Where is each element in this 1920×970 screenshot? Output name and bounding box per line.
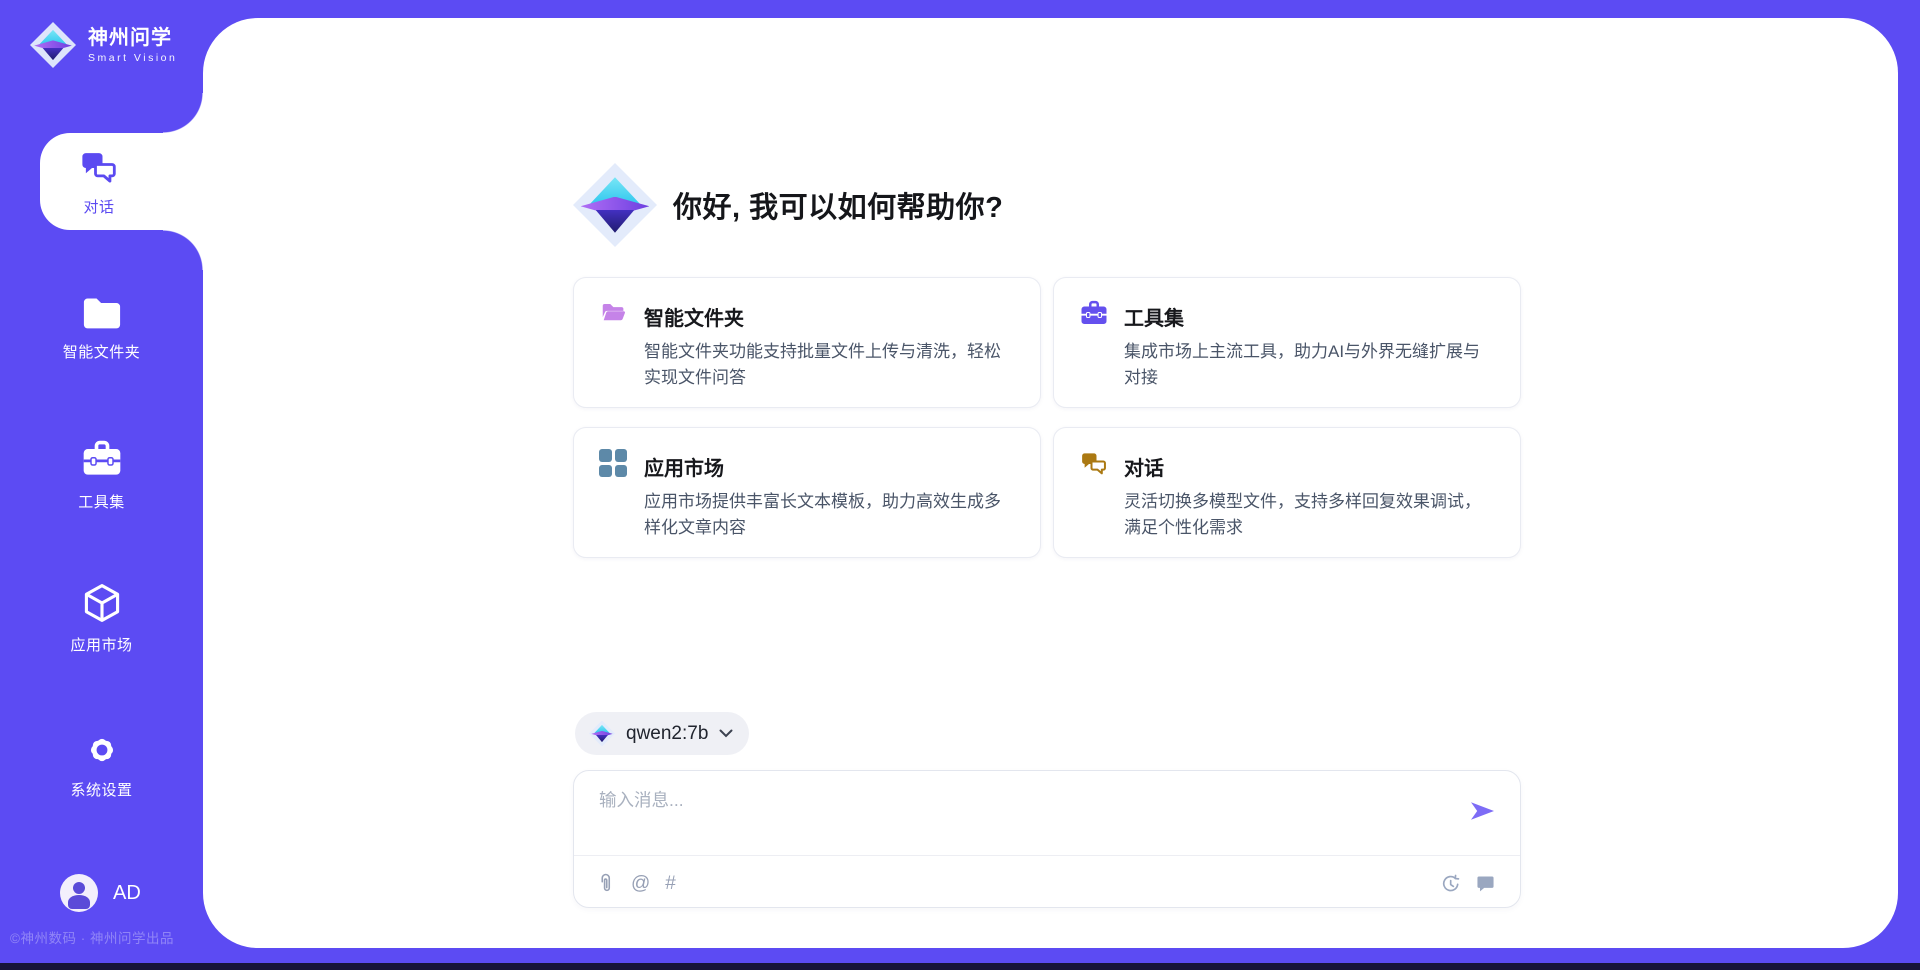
card-chat[interactable]: 对话 灵活切换多模型文件，支持多样回复效果调试，满足个性化需求 — [1053, 427, 1521, 558]
user-profile[interactable]: AD — [60, 874, 141, 912]
composer-tools-right — [1440, 864, 1496, 902]
hash-icon[interactable]: # — [665, 874, 676, 893]
model-selector[interactable]: qwen2:7b — [575, 712, 749, 755]
gem-diamond-icon — [589, 721, 615, 747]
gem-diamond-logo — [573, 163, 657, 247]
greeting-row: 你好, 我可以如何帮助你? — [573, 163, 1003, 247]
card-smart-folder[interactable]: 智能文件夹 智能文件夹功能支持批量文件上传与清洗，轻松实现文件问答 — [573, 277, 1041, 408]
sidebar-item-label: 对话 — [83, 196, 114, 217]
chat-bubbles-icon — [1079, 449, 1109, 479]
card-app-market[interactable]: 应用市场 应用市场提供丰富长文本模板，助力高效生成多样化文章内容 — [573, 427, 1041, 558]
comment-icon[interactable] — [1475, 873, 1496, 894]
chevron-down-icon — [719, 729, 733, 738]
sidebar-item-chat[interactable]: 对话 — [40, 133, 203, 230]
sidebar-item-label: 系统设置 — [70, 779, 132, 800]
main-panel: 你好, 我可以如何帮助你? 智能文件夹 智能文件夹功能支持批量文件上传与清洗，轻… — [203, 18, 1898, 948]
tab-curve-bottom — [163, 230, 203, 270]
gear-icon — [82, 730, 122, 770]
tab-curve-top — [163, 93, 203, 133]
greeting-text: 你好, 我可以如何帮助你? — [673, 184, 1003, 226]
folder-icon — [80, 294, 124, 332]
card-description: 应用市场提供丰富长文本模板，助力高效生成多样化文章内容 — [644, 489, 1018, 540]
sidebar-item-toolset[interactable]: 工具集 — [0, 435, 203, 515]
send-icon[interactable] — [1468, 799, 1496, 825]
card-description: 灵活切换多模型文件，支持多样回复效果调试，满足个性化需求 — [1124, 489, 1498, 540]
model-name: qwen2:7b — [626, 723, 708, 745]
user-name: AD — [113, 882, 141, 905]
sidebar-footer-text: ©神州数码 · 神州问学出品 — [10, 927, 174, 947]
message-input[interactable] — [599, 787, 1419, 847]
card-toolset[interactable]: 工具集 集成市场上主流工具，助力AI与外界无缝扩展与对接 — [1053, 277, 1521, 408]
chat-bubbles-icon — [78, 147, 120, 189]
history-icon[interactable] — [1440, 873, 1461, 894]
brand-subtitle: Smart Vision — [88, 52, 177, 64]
feature-cards: 智能文件夹 智能文件夹功能支持批量文件上传与清洗，轻松实现文件问答 工具集 — [573, 277, 1521, 558]
brand-title: 神州问学 — [88, 27, 177, 50]
card-title: 对话 — [1124, 452, 1498, 481]
card-title: 应用市场 — [644, 452, 1018, 481]
card-title: 工具集 — [1124, 302, 1498, 331]
card-description: 智能文件夹功能支持批量文件上传与清洗，轻松实现文件问答 — [644, 339, 1018, 390]
message-composer: @ # — [573, 770, 1521, 908]
folder-open-icon — [599, 299, 629, 329]
cube-icon — [80, 581, 124, 625]
briefcase-icon — [80, 438, 124, 482]
bottom-edge-strip — [0, 963, 1920, 970]
sidebar-item-app-market[interactable]: 应用市场 — [0, 578, 203, 658]
sidebar-item-label: 应用市场 — [70, 634, 132, 655]
sidebar-item-smart-folder[interactable]: 智能文件夹 — [0, 288, 203, 368]
composer-tools-left: @ # — [596, 864, 676, 902]
composer-divider — [574, 855, 1520, 856]
sidebar: 神州问学 Smart Vision 对话 智能文件夹 — [0, 0, 203, 970]
user-avatar-icon — [60, 874, 98, 912]
sidebar-item-label: 工具集 — [78, 491, 125, 512]
at-icon[interactable]: @ — [631, 874, 650, 893]
sidebar-item-settings[interactable]: 系统设置 — [0, 725, 203, 805]
grid-icon — [599, 449, 629, 479]
card-title: 智能文件夹 — [644, 302, 1018, 331]
paperclip-icon[interactable] — [596, 872, 616, 894]
sidebar-item-label: 智能文件夹 — [63, 341, 141, 362]
briefcase-icon — [1079, 299, 1109, 329]
card-description: 集成市场上主流工具，助力AI与外界无缝扩展与对接 — [1124, 339, 1498, 390]
main-content: 你好, 我可以如何帮助你? 智能文件夹 智能文件夹功能支持批量文件上传与清洗，轻… — [573, 18, 1521, 948]
brand: 神州问学 Smart Vision — [30, 22, 177, 68]
gem-diamond-logo — [30, 22, 76, 68]
